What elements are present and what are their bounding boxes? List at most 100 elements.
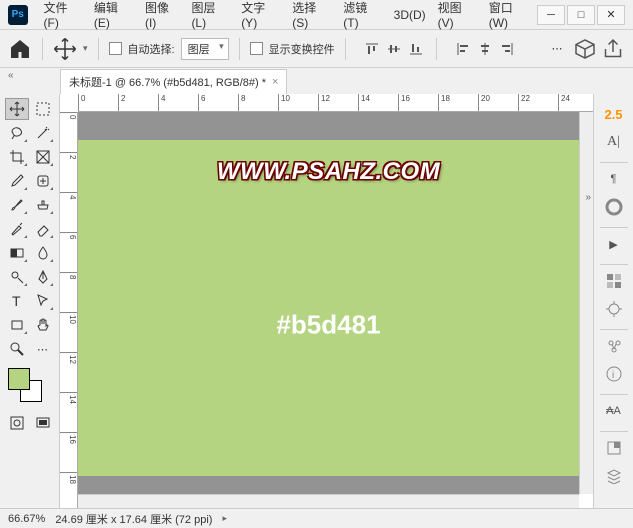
character-panel-icon[interactable]: A|: [600, 130, 628, 154]
auto-select-checkbox[interactable]: [109, 42, 122, 55]
tools-panel: T ⋯: [0, 94, 60, 508]
menu-file[interactable]: 文件(F): [38, 0, 88, 34]
edit-toolbar-icon[interactable]: ⋯: [31, 338, 55, 360]
align-right-icon[interactable]: [497, 40, 517, 58]
path-selection-tool[interactable]: [31, 290, 55, 312]
type-tool[interactable]: T: [5, 290, 29, 312]
rectangle-tool[interactable]: [5, 314, 29, 336]
menu-filter[interactable]: 滤镜(T): [337, 0, 387, 34]
layers-panel-icon[interactable]: [600, 464, 628, 488]
actions-panel-icon[interactable]: ▶: [600, 232, 628, 256]
close-button[interactable]: ✕: [597, 5, 625, 25]
scrollbar-horizontal[interactable]: [78, 494, 579, 508]
swatches-panel-icon[interactable]: [600, 269, 628, 293]
magic-wand-tool[interactable]: [31, 122, 55, 144]
clone-stamp-tool[interactable]: [31, 194, 55, 216]
zoom-tool[interactable]: [5, 338, 29, 360]
more-options-icon[interactable]: ⋯: [545, 37, 569, 61]
frame-tool[interactable]: [31, 146, 55, 168]
divider: [239, 38, 240, 60]
pasteboard-bottom: [78, 476, 579, 494]
marquee-tool[interactable]: [31, 98, 55, 120]
eraser-tool[interactable]: [31, 218, 55, 240]
tab-close-icon[interactable]: ×: [272, 76, 278, 88]
menu-image[interactable]: 图像(I): [139, 0, 185, 34]
crop-tool[interactable]: [5, 146, 29, 168]
info-panel-icon[interactable]: i: [600, 362, 628, 386]
lasso-tool[interactable]: [5, 122, 29, 144]
show-transform-label: 显示变换控件: [269, 41, 335, 57]
divider: [98, 38, 99, 60]
status-menu-icon[interactable]: ▸: [222, 513, 227, 524]
adjustments-panel-icon[interactable]: [600, 297, 628, 321]
move-tool[interactable]: [5, 98, 29, 120]
quick-mask-icon[interactable]: [5, 412, 29, 434]
align-bottom-icon[interactable]: [406, 40, 426, 58]
svg-text:T: T: [12, 293, 21, 309]
hand-tool[interactable]: [31, 314, 55, 336]
maximize-button[interactable]: □: [567, 5, 595, 25]
expand-panels-left-icon[interactable]: «: [8, 70, 14, 81]
menu-3d[interactable]: 3D(D): [388, 4, 432, 26]
menu-type[interactable]: 文字(Y): [235, 0, 286, 34]
paragraph-panel-icon[interactable]: ¶: [600, 167, 628, 191]
ruler-horizontal[interactable]: 024681012141618202224: [78, 94, 593, 112]
right-panel-dock: 2.5 A| ¶ ▶ i ₳A: [593, 94, 633, 508]
watermark-text: WWW.PSAHZ.COM: [217, 158, 440, 186]
document-tab[interactable]: 未标题-1 @ 66.7% (#b5d481, RGB/8#) * ×: [60, 69, 287, 94]
status-bar: 66.67% 24.69 厘米 x 17.64 厘米 (72 ppi) ▸: [0, 508, 633, 528]
menu-select[interactable]: 选择(S): [286, 0, 337, 34]
align-vcenter-icon[interactable]: [384, 40, 404, 58]
menu-edit[interactable]: 编辑(E): [88, 0, 139, 34]
menu-view[interactable]: 视图(V): [432, 0, 483, 34]
align-hcenter-icon[interactable]: [475, 40, 495, 58]
options-bar: ▾ 自动选择: 图层 显示变换控件 ⋯: [0, 30, 633, 68]
divider: [436, 38, 437, 60]
zoom-level[interactable]: 66.67%: [8, 513, 45, 525]
gradient-tool[interactable]: [5, 242, 29, 264]
pen-tool[interactable]: [31, 266, 55, 288]
expand-panels-right-icon[interactable]: »: [585, 192, 591, 203]
align-left-icon[interactable]: [453, 40, 473, 58]
auto-select-dropdown[interactable]: 图层: [181, 38, 229, 60]
eyedropper-tool[interactable]: [5, 170, 29, 192]
align-group: [362, 40, 426, 58]
dropdown-arrow-icon[interactable]: ▾: [83, 43, 88, 54]
svg-text:i: i: [612, 370, 614, 381]
blur-tool[interactable]: [31, 242, 55, 264]
foreground-color-swatch[interactable]: [8, 368, 30, 390]
canvas-area: 024681012141618202224 024681012141618 WW…: [60, 94, 593, 508]
move-tool-icon[interactable]: [53, 37, 77, 61]
menu-bar: Ps 文件(F) 编辑(E) 图像(I) 图层(L) 文字(Y) 选择(S) 滤…: [0, 0, 633, 30]
menu-window[interactable]: 窗口(W): [483, 0, 537, 34]
libraries-panel-icon[interactable]: [600, 334, 628, 358]
screen-mode-icon[interactable]: [31, 412, 55, 434]
3d-mode-icon[interactable]: [573, 37, 597, 61]
align-top-icon[interactable]: [362, 40, 382, 58]
document-tab-title: 未标题-1 @ 66.7% (#b5d481, RGB/8#) *: [69, 74, 266, 90]
divider: [42, 38, 43, 60]
pasteboard-top: [78, 112, 579, 140]
ruler-vertical[interactable]: 024681012141618: [60, 112, 78, 508]
share-icon[interactable]: [601, 37, 625, 61]
show-transform-checkbox[interactable]: [250, 42, 263, 55]
minimize-button[interactable]: ─: [537, 5, 565, 25]
glyphs-panel-icon[interactable]: ₳A: [600, 399, 628, 423]
menu-layer[interactable]: 图层(L): [185, 0, 235, 34]
color-swatches: [2, 368, 57, 408]
brush-size-indicator[interactable]: 2.5: [600, 102, 628, 126]
home-button[interactable]: [8, 37, 32, 61]
history-brush-tool[interactable]: [5, 218, 29, 240]
canvas-viewport[interactable]: WWW.PSAHZ.COM #b5d481: [78, 112, 579, 494]
brush-tool[interactable]: [5, 194, 29, 216]
document-dimensions[interactable]: 24.69 厘米 x 17.64 厘米 (72 ppi): [55, 511, 212, 527]
color-panel-icon[interactable]: [600, 195, 628, 219]
document-canvas[interactable]: WWW.PSAHZ.COM #b5d481: [78, 140, 579, 476]
properties-panel-icon[interactable]: [600, 436, 628, 460]
dodge-tool[interactable]: [5, 266, 29, 288]
healing-brush-tool[interactable]: [31, 170, 55, 192]
auto-select-label: 自动选择:: [128, 41, 175, 57]
main-area: T ⋯ 024681012141618202224 02468101214161…: [0, 94, 633, 508]
scrollbar-vertical[interactable]: [579, 112, 593, 494]
hex-color-label: #b5d481: [276, 309, 380, 340]
